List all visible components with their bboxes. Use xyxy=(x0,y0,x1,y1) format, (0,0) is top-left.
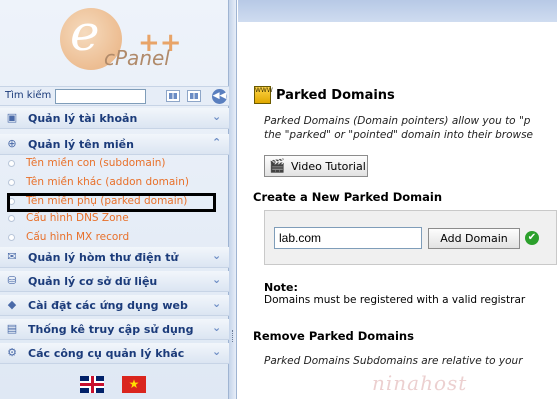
add-domain-button[interactable]: Add Domain xyxy=(428,228,520,249)
create-heading: Create a New Parked Domain xyxy=(253,190,443,204)
bullet-icon xyxy=(8,215,15,222)
tools-icon: ⚙ xyxy=(7,346,17,359)
menu-label: Quản lý tên miền xyxy=(28,138,134,151)
drag-handle-icon[interactable] xyxy=(232,330,234,342)
sidebar: e ++ cPanel Tìm kiếm ◀◀ ▣ Quản lý tài kh… xyxy=(0,0,229,399)
apps-icon: ◆ xyxy=(7,298,17,311)
menu-mail[interactable]: ✉ Quản lý hòm thư điện tử ⌄ xyxy=(0,247,229,268)
chevron-down-icon: ⌄ xyxy=(212,273,222,286)
video-tutorial-button[interactable]: 🎬 Video Tutorial xyxy=(264,155,368,177)
bullet-icon xyxy=(8,234,15,241)
intro-text: Parked Domains (Domain pointers) allow y… xyxy=(264,114,557,142)
menu-label: Quản lý hòm thư điện tử xyxy=(28,251,179,264)
watermark: ninahost xyxy=(372,371,468,395)
domains-icon: ⊕ xyxy=(7,137,17,150)
menu-label: Thống kê truy cập sử dụng xyxy=(28,323,194,336)
menu-stats[interactable]: ▤ Thống kê truy cập sử dụng ⌄ xyxy=(0,319,229,340)
parked-domains-icon: WWW xyxy=(254,86,273,104)
database-icon: ⛁ xyxy=(7,274,17,287)
menu-label: Cài đặt các ứng dụng web xyxy=(28,299,188,312)
remove-heading: Remove Parked Domains xyxy=(253,329,414,343)
domain-input[interactable] xyxy=(274,227,422,249)
grid-view-icon[interactable] xyxy=(166,90,180,102)
menu-database[interactable]: ⛁ Quản lý cơ sở dữ liệu ⌄ xyxy=(0,271,229,292)
chevron-down-icon: ⌄ xyxy=(212,345,222,358)
accounts-icon: ▣ xyxy=(6,111,18,124)
mail-icon: ✉ xyxy=(7,250,17,263)
remove-text: Parked Domains Subdomains are relative t… xyxy=(264,355,523,367)
menu-label: Quản lý cơ sở dữ liệu xyxy=(28,275,158,288)
menu-accounts[interactable]: ▣ Quản lý tài khoản ⌄ xyxy=(0,108,229,129)
intro-line-2: the "parked" or "pointed" domain into th… xyxy=(264,129,534,141)
chevron-down-icon: ⌄ xyxy=(212,249,222,262)
search-row: Tìm kiếm ◀◀ xyxy=(0,86,229,106)
vietnam-flag-icon[interactable]: ★ xyxy=(122,376,146,393)
logo-text: cPanel xyxy=(104,46,170,70)
chevron-up-icon: ⌃ xyxy=(212,136,222,149)
list-view-icon[interactable] xyxy=(187,90,201,102)
menu-label: Các công cụ quản lý khác xyxy=(28,347,185,360)
menu-domains[interactable]: ⊕ Quản lý tên miền ⌃ xyxy=(0,134,229,155)
note-text: Domains must be registered with a valid … xyxy=(264,294,526,306)
checkmark-icon: ✔ xyxy=(525,231,539,245)
video-tutorial-label: Video Tutorial xyxy=(291,160,366,173)
menu-tools[interactable]: ⚙ Các công cụ quản lý khác ⌄ xyxy=(0,343,229,364)
sidebar-item-subdomain[interactable]: Tên miền con (subdomain) xyxy=(26,157,165,169)
clapperboard-icon: 🎬 xyxy=(269,159,286,174)
menu-apps[interactable]: ◆ Cài đặt các ứng dụng web ⌄ xyxy=(0,295,229,316)
top-strip xyxy=(238,0,557,22)
menu-label: Quản lý tài khoản xyxy=(28,112,138,125)
sidebar-item-dns-zone[interactable]: Cấu hình DNS Zone xyxy=(26,212,129,224)
sidebar-item-mx-record[interactable]: Cấu hình MX record xyxy=(26,231,129,243)
collapse-icon[interactable]: ◀◀ xyxy=(212,89,227,104)
chevron-down-icon: ⌄ xyxy=(212,110,222,123)
bullet-icon xyxy=(8,179,15,186)
chevron-down-icon: ⌄ xyxy=(212,297,222,310)
pane-divider[interactable] xyxy=(229,0,237,399)
create-domain-box: Add Domain ✔ xyxy=(264,210,557,265)
stats-icon: ▤ xyxy=(6,322,18,335)
sidebar-item-addon-domain[interactable]: Tên miền khác (addon domain) xyxy=(26,176,189,188)
bullet-icon xyxy=(8,160,15,167)
page-title: Parked Domains xyxy=(276,88,395,103)
cpanel-logo[interactable]: e ++ cPanel xyxy=(60,4,182,78)
main-content: WWW Parked Domains Parked Domains (Domai… xyxy=(238,0,557,399)
chevron-down-icon: ⌄ xyxy=(212,321,222,334)
search-label: Tìm kiếm xyxy=(5,90,52,101)
highlight-box xyxy=(7,193,216,212)
intro-line-1: Parked Domains (Domain pointers) allow y… xyxy=(264,115,531,127)
english-flag-icon[interactable] xyxy=(80,376,104,393)
logo-e-glyph: e xyxy=(70,4,100,62)
search-input[interactable] xyxy=(55,89,146,104)
note-title: Note: xyxy=(264,281,298,294)
